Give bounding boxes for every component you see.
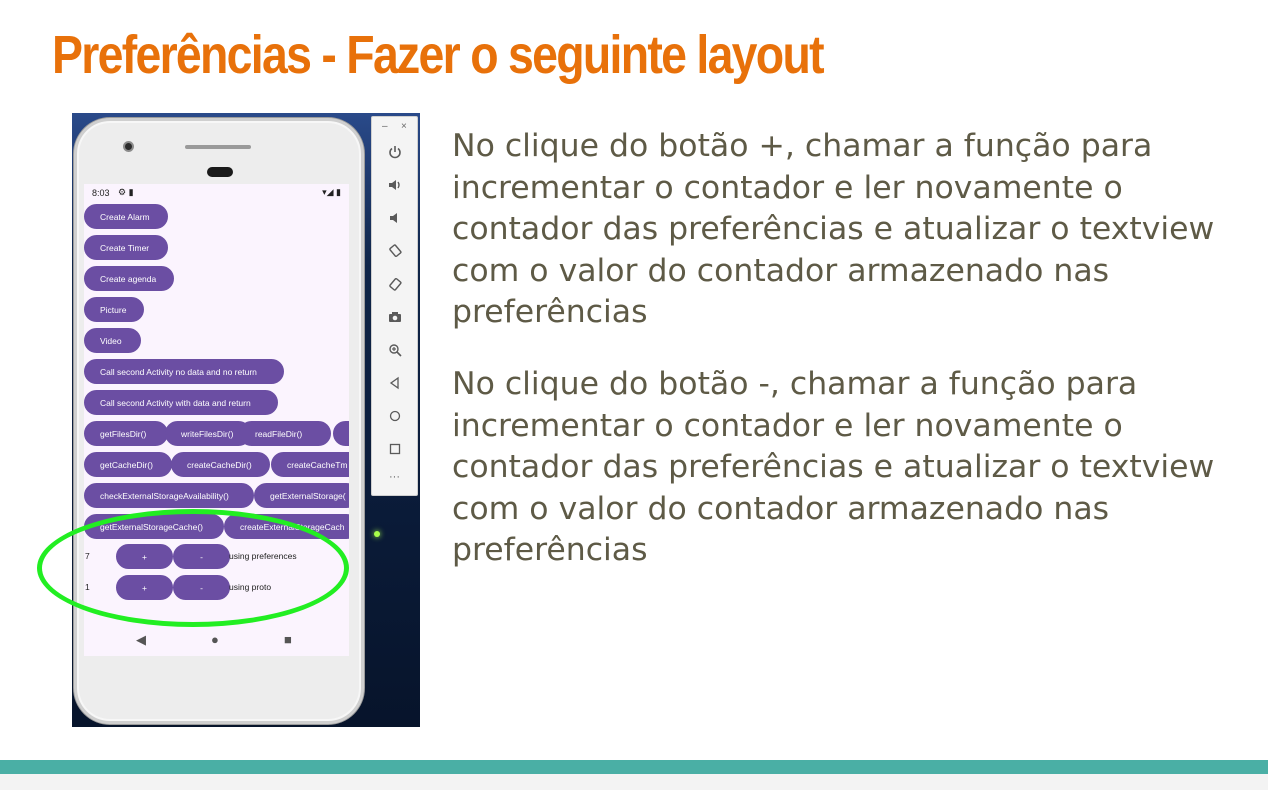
desktop-glow-dot [374,531,380,537]
slide-title: Preferências - Fazer o seguinte layout [52,25,825,85]
highlight-ellipse [37,509,349,627]
earpiece [185,145,251,149]
android-nav-bar: ◀ ● ■ [84,626,349,656]
status-right-icons: ▾◢ ▮ [322,187,341,197]
phone-speaker [207,167,233,177]
more-icon[interactable]: ··· [372,471,417,483]
nav-home-icon[interactable]: ● [211,632,219,647]
minimize-button[interactable]: – [382,121,388,132]
create-timer-button[interactable]: Create Timer [84,235,168,260]
check-external-storage-button[interactable]: checkExternalStorageAvailability() [84,483,254,508]
camera-icon[interactable] [372,310,417,327]
volume-down-icon[interactable] [372,211,417,228]
rotate-left-icon[interactable] [372,244,417,261]
home-icon[interactable] [372,409,417,426]
front-camera [123,141,134,152]
create-agenda-button[interactable]: Create agenda [84,266,174,291]
get-external-storage-button[interactable]: getExternalStorage( [254,483,349,508]
zoom-icon[interactable] [372,343,417,360]
second-activity-with-data-button[interactable]: Call second Activity with data and retur… [84,390,278,415]
overview-icon[interactable] [372,442,417,459]
status-left-icons: ⚙ ▮ [118,187,134,197]
second-activity-no-data-button[interactable]: Call second Activity no data and no retu… [84,359,284,384]
nav-back-icon[interactable]: ◀ [136,632,146,648]
back-icon[interactable] [372,376,417,393]
rotate-right-icon[interactable] [372,277,417,294]
get-cache-dir-button[interactable]: getCacheDir() [84,452,172,477]
footer-bar [0,760,1268,774]
cut-off-button[interactable] [333,421,349,446]
create-alarm-button[interactable]: Create Alarm [84,204,168,229]
video-button[interactable]: Video [84,328,141,353]
picture-button[interactable]: Picture [84,297,144,322]
close-button[interactable]: × [401,121,407,132]
power-icon[interactable] [372,145,417,162]
volume-up-icon[interactable] [372,178,417,195]
footer-strip [0,774,1268,790]
paragraph-minus-button: No clique do botão -, chamar a função pa… [452,366,1215,568]
create-cache-tm-button[interactable]: createCacheTm [271,452,349,477]
get-files-dir-button[interactable]: getFilesDir() [84,421,168,446]
emulator-toolbar: – × ··· [371,116,418,496]
read-file-dir-button[interactable]: readFileDir() [239,421,331,446]
status-time: 8:03 [92,188,110,198]
paragraph-plus-button: No clique do botão +, chamar a função pa… [452,128,1215,330]
create-cache-dir-button[interactable]: createCacheDir() [171,452,270,477]
status-bar: 8:03 ⚙ ▮ ▾◢ ▮ [84,184,349,202]
nav-recents-icon[interactable]: ■ [284,632,292,647]
